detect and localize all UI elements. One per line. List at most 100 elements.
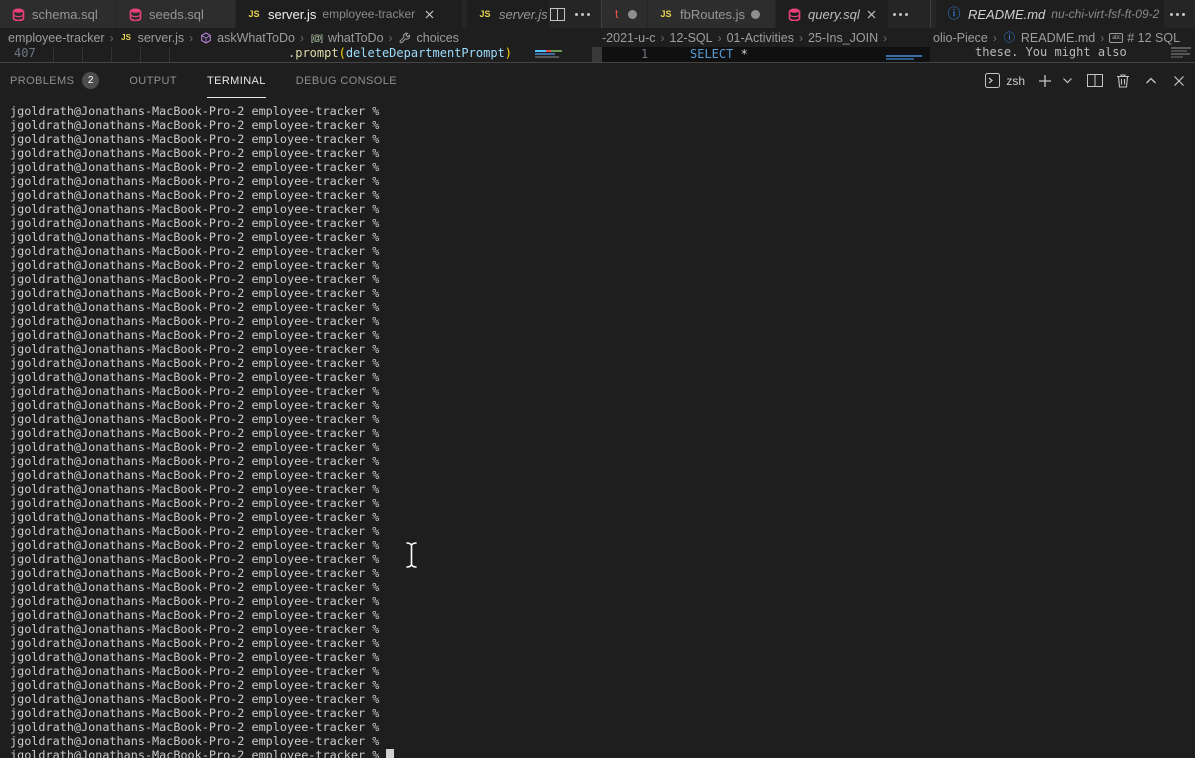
terminal-prompt-line: jgoldrath@Jonathans-MacBook-Pro-2 employ… — [10, 692, 380, 706]
breadcrumb-item[interactable]: askWhatToDo — [198, 31, 295, 45]
split-editor-icon[interactable] — [549, 6, 565, 22]
breadcrumb-group4: olio-Piece README.md # 12 SQL — [933, 28, 1195, 47]
terminal-prompt-line: jgoldrath@Jonathans-MacBook-Pro-2 employ… — [10, 314, 380, 328]
terminal-prompt-line: jgoldrath@Jonathans-MacBook-Pro-2 employ… — [10, 104, 380, 118]
symbol-property-wrench-icon — [398, 31, 413, 45]
new-terminal-icon[interactable] — [1037, 73, 1053, 89]
terminal-output[interactable]: jgoldrath@Jonathans-MacBook-Pro-2 employ… — [0, 98, 1195, 758]
kill-terminal-trash-icon[interactable] — [1115, 73, 1131, 89]
breadcrumb-item[interactable]: choices — [398, 31, 459, 45]
editor-group4-actions — [1170, 0, 1185, 28]
tab-debug-console[interactable]: DEBUG CONSOLE — [296, 64, 397, 98]
js-icon — [658, 6, 674, 22]
terminal-cursor — [386, 749, 395, 758]
terminal-prompt-line: jgoldrath@Jonathans-MacBook-Pro-2 employ… — [10, 678, 380, 692]
terminal-prompt-line: jgoldrath@Jonathans-MacBook-Pro-2 employ… — [10, 300, 380, 314]
terminal-prompt-line: jgoldrath@Jonathans-MacBook-Pro-2 employ… — [10, 202, 380, 216]
terminal-prompt-line: jgoldrath@Jonathans-MacBook-Pro-2 employ… — [10, 622, 380, 636]
panel-actions: zsh — [984, 63, 1187, 98]
symbol-namespace-icon — [198, 31, 213, 45]
breadcrumb-item[interactable]: README.md — [1002, 31, 1095, 45]
breadcrumb-separator — [105, 31, 119, 45]
more-actions-icon[interactable] — [893, 12, 908, 16]
breadcrumb-item[interactable]: 12-SQL — [670, 31, 713, 45]
terminal-prompt-line: jgoldrath@Jonathans-MacBook-Pro-2 employ… — [10, 496, 380, 510]
breadcrumb-separator — [184, 31, 198, 45]
tab-label: server.js — [268, 6, 317, 22]
terminal-prompt-line: jgoldrath@Jonathans-MacBook-Pro-2 employ… — [10, 538, 380, 552]
code-line-group1: .prompt(deleteDepartmentPrompt) — [288, 47, 513, 60]
minimap[interactable] — [886, 55, 926, 61]
terminal-prompt-line: jgoldrath@Jonathans-MacBook-Pro-2 employ… — [10, 398, 380, 412]
close-icon[interactable] — [421, 6, 437, 22]
minimap[interactable] — [535, 50, 562, 59]
terminal-prompt-line: jgoldrath@Jonathans-MacBook-Pro-2 employ… — [10, 524, 380, 538]
breadcrumb-item[interactable]: server.js — [119, 31, 185, 45]
breadcrumb-item[interactable]: employee-tracker — [8, 31, 105, 45]
breadcrumb-item[interactable]: -2021-u-c — [602, 31, 656, 45]
modified-dot-icon[interactable] — [751, 9, 761, 19]
terminal-prompt-line: jgoldrath@Jonathans-MacBook-Pro-2 employ… — [10, 748, 1195, 758]
panel-tab-label: TERMINAL — [206, 74, 266, 87]
js-icon — [119, 31, 134, 45]
terminal-prompt-line: jgoldrath@Jonathans-MacBook-Pro-2 employ… — [10, 720, 380, 734]
close-icon[interactable] — [866, 6, 878, 22]
terminal-prompt-line: jgoldrath@Jonathans-MacBook-Pro-2 employ… — [10, 636, 380, 650]
more-actions-icon[interactable] — [1170, 12, 1185, 16]
line-number: 1 — [641, 47, 649, 61]
tab-query-sql[interactable]: query.sql — [776, 0, 888, 28]
terminal-prompt-line: jgoldrath@Jonathans-MacBook-Pro-2 employ… — [10, 580, 380, 594]
terminal-prompt-line: jgoldrath@Jonathans-MacBook-Pro-2 employ… — [10, 468, 380, 482]
terminal-prompt-line: jgoldrath@Jonathans-MacBook-Pro-2 employ… — [10, 552, 380, 566]
symbol-event-icon — [309, 31, 324, 45]
minimap[interactable] — [1171, 47, 1193, 59]
terminal-prompt-line: jgoldrath@Jonathans-MacBook-Pro-2 employ… — [10, 230, 380, 244]
tab-fbroutes-js[interactable]: fbRoutes.js — [648, 0, 776, 28]
terminal-prompt-line: jgoldrath@Jonathans-MacBook-Pro-2 employ… — [10, 454, 380, 468]
modified-dot-icon[interactable] — [628, 9, 637, 19]
tab-truncated[interactable]: t — [602, 0, 648, 28]
breadcrumb-separator — [295, 31, 309, 45]
tab-readme-md[interactable]: README.md nu-chi-virt-fsf-ft-09-2 — [936, 0, 1164, 28]
breadcrumb-item[interactable]: 01-Activities — [727, 31, 794, 45]
tab-output[interactable]: OUTPUT — [129, 64, 177, 98]
info-icon — [1002, 31, 1017, 45]
split-terminal-icon[interactable] — [1087, 73, 1103, 89]
breadcrumb-item[interactable]: 25-Ins_JOIN — [808, 31, 878, 45]
breadcrumb-item[interactable]: olio-Piece — [933, 31, 988, 45]
terminal-prompt-line: jgoldrath@Jonathans-MacBook-Pro-2 employ… — [10, 216, 380, 230]
chevron-down-icon[interactable] — [1059, 73, 1075, 89]
js-icon — [246, 6, 262, 22]
problems-count-badge: 2 — [82, 72, 100, 89]
terminal-prompt-line: jgoldrath@Jonathans-MacBook-Pro-2 employ… — [10, 734, 380, 748]
breadcrumb-separator — [656, 31, 670, 45]
terminal-prompt-line: jgoldrath@Jonathans-MacBook-Pro-2 employ… — [10, 174, 380, 188]
maximize-panel-chevron-up-icon[interactable] — [1143, 73, 1159, 89]
breadcrumb-item[interactable]: # 12 SQL — [1109, 31, 1180, 45]
close-panel-icon[interactable] — [1171, 73, 1187, 89]
breadcrumb-separator — [384, 31, 398, 45]
tab-schema-sql[interactable]: schema.sql — [0, 0, 117, 28]
terminal-prompt-line: jgoldrath@Jonathans-MacBook-Pro-2 employ… — [10, 594, 380, 608]
breadcrumb-separator — [794, 31, 808, 45]
tab-terminal[interactable]: TERMINAL — [206, 64, 266, 98]
readme-text-fragment: these. You might also — [975, 47, 1127, 59]
tab-server-js-preview[interactable]: server.js — [467, 0, 549, 28]
more-actions-icon[interactable] — [575, 12, 590, 16]
editor-tab-bar: schema.sql seeds.sql server.js employee-… — [0, 0, 1195, 62]
breadcrumb-separator — [988, 31, 1002, 45]
terminal-prompt-line: jgoldrath@Jonathans-MacBook-Pro-2 employ… — [10, 132, 380, 146]
shell-selector[interactable]: zsh — [984, 73, 1025, 89]
breadcrumb-separator — [1095, 31, 1109, 45]
vscode-window: schema.sql seeds.sql server.js employee-… — [0, 0, 1195, 758]
tab-problems[interactable]: PROBLEMS 2 — [10, 64, 100, 98]
info-icon — [946, 6, 962, 22]
tab-label: seeds.sql — [149, 6, 204, 22]
js-icon — [477, 6, 493, 22]
panel-tab-label: DEBUG CONSOLE — [295, 74, 397, 87]
panel-tabs: PROBLEMS 2 OUTPUT TERMINAL DEBUG CONSOLE — [10, 64, 427, 98]
tab-seeds-sql[interactable]: seeds.sql — [117, 0, 236, 28]
tab-server-js-active[interactable]: server.js employee-tracker — [236, 0, 462, 28]
breadcrumb-item[interactable]: whatToDo — [309, 31, 384, 45]
bottom-panel: PROBLEMS 2 OUTPUT TERMINAL DEBUG CONSOLE — [0, 62, 1195, 758]
